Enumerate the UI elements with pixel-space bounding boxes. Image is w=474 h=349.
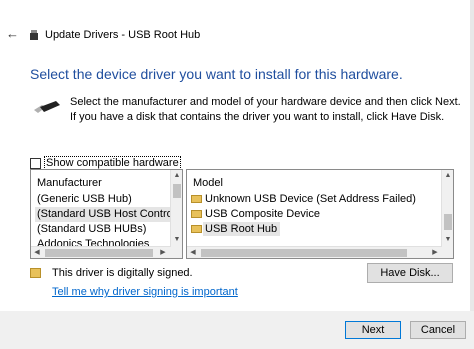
page-heading: Select the device driver you want to ins… bbox=[30, 66, 403, 82]
manufacturer-item[interactable]: (Generic USB Hub) bbox=[35, 192, 134, 207]
scroll-thumb[interactable] bbox=[201, 249, 407, 257]
driver-icon bbox=[191, 195, 202, 203]
have-disk-button[interactable]: Have Disk... bbox=[367, 263, 453, 283]
model-vertical-scrollbar[interactable]: ▲ ▼ bbox=[441, 170, 453, 258]
signed-driver-icon bbox=[30, 268, 41, 278]
model-item[interactable]: Unknown USB Device (Set Address Failed) bbox=[205, 192, 416, 206]
back-arrow-icon[interactable]: ← bbox=[6, 27, 20, 41]
model-horizontal-scrollbar[interactable]: ◀ ▶ bbox=[187, 246, 442, 258]
manufacturer-list[interactable]: Manufacturer (Generic USB Hub) (Standard… bbox=[30, 169, 183, 259]
window-edge bbox=[470, 0, 474, 349]
button-footer bbox=[0, 311, 474, 349]
scroll-thumb[interactable] bbox=[444, 214, 452, 230]
scroll-up-arrow-icon[interactable]: ▲ bbox=[171, 170, 182, 182]
show-compatible-checkbox[interactable] bbox=[30, 157, 41, 169]
show-compatible-label[interactable]: Show compatible hardware bbox=[44, 156, 181, 170]
manufacturer-header: Manufacturer bbox=[37, 177, 102, 189]
show-compatible-checkbox-row[interactable]: Show compatible hardware bbox=[30, 156, 181, 170]
manufacturer-horizontal-scrollbar[interactable]: ◀ ▶ bbox=[31, 246, 171, 258]
model-item[interactable]: USB Root Hub bbox=[203, 222, 281, 236]
driver-icon bbox=[191, 225, 202, 233]
scroll-left-arrow-icon[interactable]: ◀ bbox=[187, 247, 199, 258]
usb-connector-icon bbox=[34, 101, 60, 115]
model-list[interactable]: Model Unknown USB Device (Set Address Fa… bbox=[186, 169, 454, 259]
window-title: Update Drivers - USB Root Hub bbox=[45, 29, 201, 41]
manufacturer-item[interactable]: (Standard USB Host Controller) bbox=[35, 207, 182, 222]
model-item[interactable]: USB Composite Device bbox=[205, 207, 320, 221]
manufacturer-vertical-scrollbar[interactable]: ▲ ▼ bbox=[170, 170, 182, 258]
signature-status: This driver is digitally signed. bbox=[52, 267, 193, 279]
scroll-right-arrow-icon[interactable]: ▶ bbox=[157, 247, 169, 258]
scroll-down-arrow-icon[interactable]: ▼ bbox=[171, 234, 182, 246]
usb-device-icon bbox=[30, 30, 38, 40]
scroll-thumb[interactable] bbox=[173, 184, 181, 198]
scroll-left-arrow-icon[interactable]: ◀ bbox=[31, 247, 43, 258]
driver-signing-link[interactable]: Tell me why driver signing is important bbox=[52, 286, 238, 298]
manufacturer-item[interactable]: (Standard USB HUBs) bbox=[35, 222, 148, 237]
model-header: Model bbox=[193, 177, 223, 189]
scroll-down-arrow-icon[interactable]: ▼ bbox=[442, 234, 453, 246]
scroll-up-arrow-icon[interactable]: ▲ bbox=[442, 170, 453, 182]
scroll-right-arrow-icon[interactable]: ▶ bbox=[429, 247, 441, 258]
cancel-button[interactable]: Cancel bbox=[410, 321, 466, 339]
scroll-thumb[interactable] bbox=[45, 249, 153, 257]
driver-icon bbox=[191, 210, 202, 218]
next-button[interactable]: Next bbox=[345, 321, 401, 339]
instructions-text: Select the manufacturer and model of you… bbox=[70, 96, 461, 123]
